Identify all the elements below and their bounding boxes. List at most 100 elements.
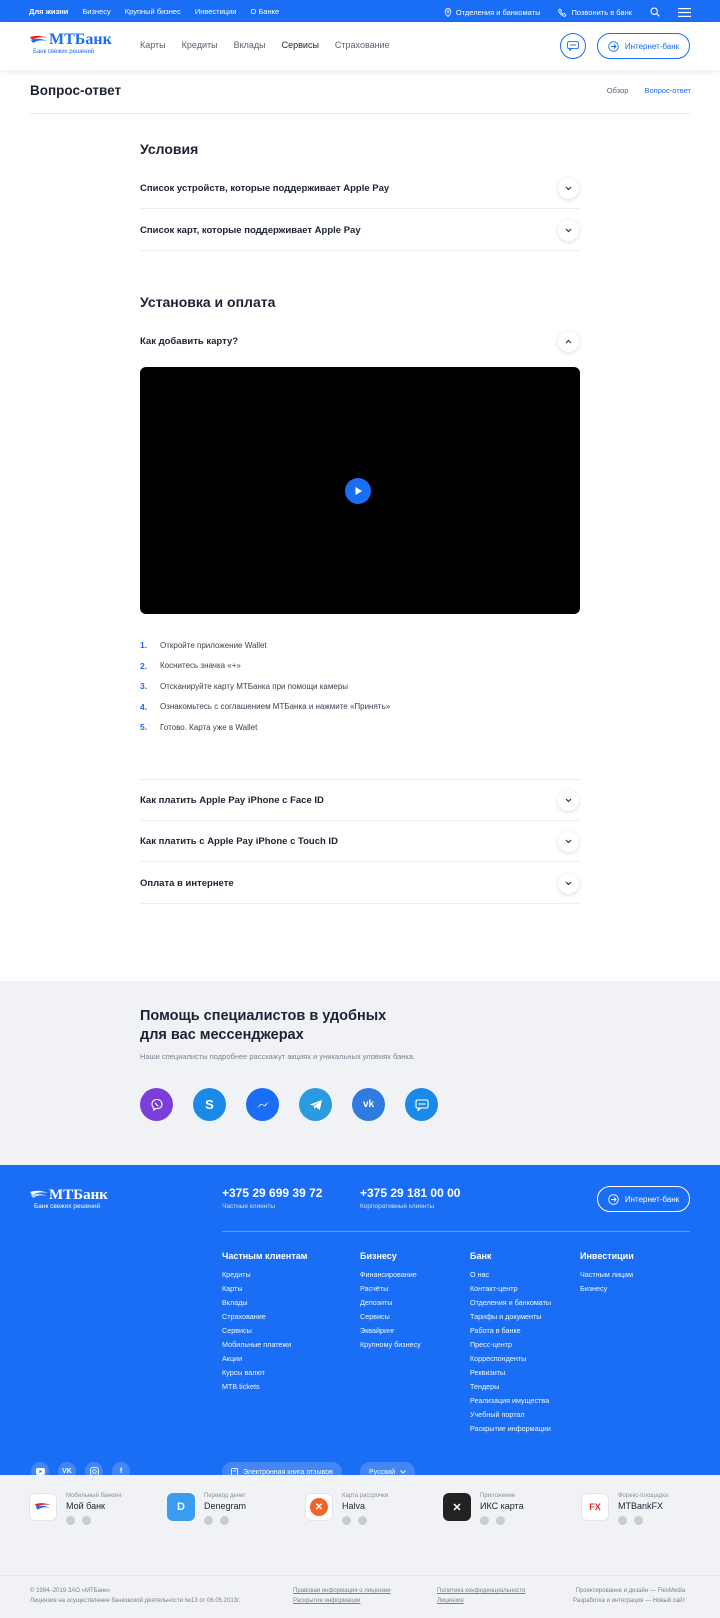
- app-denegram[interactable]: D Перевод денег Denegram: [167, 1493, 246, 1525]
- app-my-bank[interactable]: Мобильный банкинг Мой банк: [29, 1493, 122, 1525]
- footer-link[interactable]: Раскрытие информации: [470, 1424, 551, 1438]
- footer-link[interactable]: О нас: [470, 1270, 551, 1284]
- footer-logo[interactable]: МТБанк Банк свежих решений: [29, 1187, 108, 1210]
- app-iks-card[interactable]: ✕ Приложение ИКС карта: [443, 1493, 524, 1525]
- search-icon[interactable]: [650, 7, 660, 17]
- chevron-down-icon[interactable]: [558, 872, 579, 894]
- android-icon[interactable]: [618, 1516, 627, 1525]
- footer-link[interactable]: Финансирование: [360, 1270, 421, 1284]
- footer-col-title[interactable]: Бизнесу: [360, 1251, 421, 1261]
- faq-item[interactable]: Список карт, которые поддерживает Apple …: [140, 210, 580, 251]
- nav-services[interactable]: Сервисы: [282, 40, 319, 50]
- footer-col-title[interactable]: Банк: [470, 1251, 551, 1261]
- phone-corporate[interactable]: +375 29 181 00 00 Корпоративные клиенты: [360, 1186, 460, 1210]
- faq-item[interactable]: Как платить с Apple Pay iPhone с Touch I…: [140, 821, 580, 862]
- android-icon[interactable]: [204, 1516, 213, 1525]
- policy-link[interactable]: Политика конфиденциальности: [437, 1588, 526, 1594]
- footer-link[interactable]: Частным лицам: [580, 1270, 634, 1284]
- footer-link[interactable]: Пресс-центр: [470, 1340, 551, 1354]
- chat-icon[interactable]: [405, 1088, 438, 1121]
- crumb-overview[interactable]: Обзор: [607, 86, 629, 95]
- faq-item-open[interactable]: Как добавить карту?: [140, 321, 580, 362]
- footer-link[interactable]: Страхование: [222, 1312, 307, 1326]
- apple-icon[interactable]: [220, 1516, 229, 1525]
- footer-link[interactable]: Сервисы: [222, 1326, 307, 1340]
- topbar-link-investments[interactable]: Инвестиции: [195, 7, 237, 16]
- chevron-down-icon[interactable]: [558, 219, 579, 241]
- call-bank-link[interactable]: Позвонить в банк: [558, 8, 632, 17]
- nav-credits[interactable]: Кредиты: [182, 40, 218, 50]
- app-halva[interactable]: ✕ Карта рассрочки Halva: [305, 1493, 388, 1525]
- footer-link[interactable]: Корреспонденты: [470, 1354, 551, 1368]
- phone-private[interactable]: +375 29 699 39 72 Частные клиенты: [222, 1186, 322, 1210]
- topbar-link-life[interactable]: Для жизни: [29, 7, 68, 16]
- footer-col-title[interactable]: Частным клиентам: [222, 1251, 307, 1261]
- chevron-down-icon[interactable]: [558, 789, 579, 811]
- footer-link[interactable]: Тарифы и документы: [470, 1312, 551, 1326]
- footer-link[interactable]: Эквайринг: [360, 1326, 421, 1340]
- footer-internet-bank-button[interactable]: Интернет-банк: [597, 1186, 690, 1212]
- footer-link[interactable]: Крупному бизнесу: [360, 1340, 421, 1354]
- legal-link[interactable]: Правовая информация о лицензии: [293, 1588, 391, 1594]
- menu-icon[interactable]: [678, 7, 691, 17]
- footer-link[interactable]: Мобильные платежи: [222, 1340, 307, 1354]
- footer-link[interactable]: Вклады: [222, 1298, 307, 1312]
- play-button[interactable]: [345, 478, 371, 504]
- footer-link[interactable]: Сервисы: [360, 1312, 421, 1326]
- bank-logo[interactable]: МТБанк Банк свежих решений: [29, 32, 112, 55]
- footer-link[interactable]: Контакт-центр: [470, 1284, 551, 1298]
- footer-link[interactable]: Работа в банке: [470, 1326, 551, 1340]
- nav-deposits[interactable]: Вклады: [234, 40, 266, 50]
- apple-icon[interactable]: [634, 1516, 643, 1525]
- footer-link[interactable]: Отделения и банкоматы: [470, 1298, 551, 1312]
- chevron-up-icon[interactable]: [558, 331, 579, 352]
- nav-cards[interactable]: Карты: [140, 40, 166, 50]
- messenger-icon[interactable]: [246, 1088, 279, 1121]
- footer-link[interactable]: Учебный портал: [470, 1410, 551, 1424]
- design-credit[interactable]: Проектирование и дизайн — FlexMedia: [573, 1586, 686, 1596]
- footer-link[interactable]: Кредиты: [222, 1270, 307, 1284]
- offices-link[interactable]: Отделения и банкоматы: [444, 8, 540, 17]
- internet-bank-button[interactable]: Интернет-банк: [597, 33, 690, 59]
- footer-link[interactable]: Расчёты: [360, 1284, 421, 1298]
- footer-col-bank: Банк О нас Контакт-центр Отделения и бан…: [470, 1251, 551, 1438]
- footer-link[interactable]: Карты: [222, 1284, 307, 1298]
- faq-item[interactable]: Список устройств, которые поддерживает A…: [140, 168, 580, 209]
- skype-icon[interactable]: S: [193, 1088, 226, 1121]
- topbar-link-business[interactable]: Бизнесу: [82, 7, 110, 16]
- apple-icon[interactable]: [82, 1516, 91, 1525]
- footer-link[interactable]: Курсы валют: [222, 1368, 307, 1382]
- policy-link[interactable]: Лицензия: [437, 1598, 464, 1604]
- footer-link[interactable]: Тендеры: [470, 1382, 551, 1396]
- topbar-link-about[interactable]: О Банке: [250, 7, 279, 16]
- apple-icon[interactable]: [358, 1516, 367, 1525]
- android-icon[interactable]: [342, 1516, 351, 1525]
- footer-link[interactable]: MTB.tickets: [222, 1382, 307, 1396]
- footer-col-title[interactable]: Инвестиции: [580, 1251, 634, 1261]
- footer-link[interactable]: Реквизиты: [470, 1368, 551, 1382]
- chevron-down-icon[interactable]: [558, 177, 579, 199]
- footer-link[interactable]: Акции: [222, 1354, 307, 1368]
- chat-button[interactable]: [560, 33, 586, 59]
- app-mtbankfx[interactable]: FX Форекс-площадка MTBankFX: [581, 1493, 668, 1525]
- faq-item[interactable]: Оплата в интернете: [140, 863, 580, 904]
- vk-icon[interactable]: vk: [352, 1088, 385, 1121]
- chevron-down-icon[interactable]: [558, 830, 579, 852]
- video-player[interactable]: [140, 367, 580, 614]
- android-icon[interactable]: [66, 1516, 75, 1525]
- topbar-link-big-business[interactable]: Крупный бизнес: [125, 7, 181, 16]
- viber-icon[interactable]: [140, 1088, 173, 1121]
- android-icon[interactable]: [480, 1516, 489, 1525]
- crumb-faq[interactable]: Вопрос-ответ: [644, 86, 691, 95]
- dev-credit[interactable]: Разработка и интеграция — Новый сайт: [573, 1596, 685, 1606]
- step-text: Ознакомьтесь с соглашением МТБанка и наж…: [160, 702, 391, 712]
- footer-link[interactable]: Бизнесу: [580, 1284, 634, 1298]
- apple-icon[interactable]: [496, 1516, 505, 1525]
- footer-link[interactable]: Реализация имущества: [470, 1396, 551, 1410]
- list-item: 5. Готово. Карта уже в Wallet: [140, 717, 390, 738]
- footer-link[interactable]: Депозиты: [360, 1298, 421, 1312]
- telegram-icon[interactable]: [299, 1088, 332, 1121]
- nav-insurance[interactable]: Страхование: [335, 40, 390, 50]
- faq-item[interactable]: Как платить Apple Pay iPhone с Face ID: [140, 780, 580, 821]
- legal-link[interactable]: Раскрытие информации: [293, 1598, 360, 1604]
